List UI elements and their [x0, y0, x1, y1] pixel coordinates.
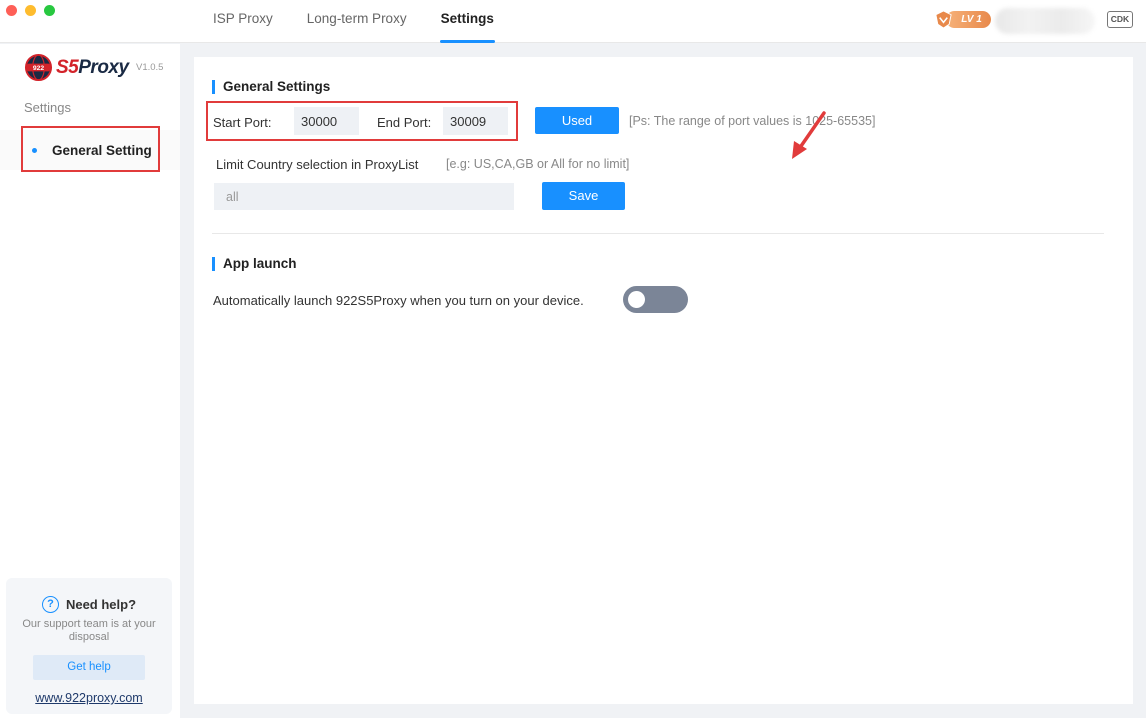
top-tabs: ISP Proxy Long-term Proxy Settings: [196, 0, 511, 43]
used-ports-button[interactable]: Used: [535, 107, 619, 134]
country-limit-label: Limit Country selection in ProxyList: [216, 157, 419, 172]
website-link[interactable]: www.922proxy.com: [6, 691, 172, 705]
section-divider: [212, 233, 1104, 234]
auto-launch-label: Automatically launch 922S5Proxy when you…: [213, 293, 584, 308]
end-port-label: End Port:: [377, 115, 432, 130]
app-logo: 922 S5Proxy: [24, 53, 129, 82]
get-help-button[interactable]: Get help: [33, 655, 145, 680]
cdk-button[interactable]: CDK: [1107, 11, 1133, 28]
close-window-button[interactable]: [6, 5, 17, 16]
save-button[interactable]: Save: [542, 182, 625, 210]
sidebar-section-title: Settings: [24, 100, 71, 115]
window-controls: [6, 5, 55, 16]
help-title-text: Need help?: [65, 597, 137, 612]
logo-globe-text: 922: [33, 65, 45, 72]
sidebar: 922 S5Proxy V1.0.5 Settings General Sett…: [0, 44, 180, 718]
settings-panel: General Settings Start Port: End Port: U…: [194, 57, 1133, 704]
start-port-label: Start Port:: [213, 115, 272, 130]
logo-wordmark-suffix: Proxy: [78, 56, 129, 78]
help-title: ? Need help?: [6, 596, 172, 613]
zoom-window-button[interactable]: [44, 5, 55, 16]
title-bar: ISP Proxy Long-term Proxy Settings LV 1 …: [0, 0, 1146, 43]
country-limit-hint: [e.g: US,CA,GB or All for no limit]: [446, 157, 630, 171]
start-port-input[interactable]: [294, 107, 359, 135]
help-card: ? Need help? Our support team is at your…: [6, 578, 172, 714]
help-description: Our support team is at your disposal: [22, 618, 156, 643]
tab-long-term-proxy[interactable]: Long-term Proxy: [290, 0, 424, 43]
app-launch-title: App launch: [212, 256, 297, 271]
level-badge[interactable]: LV 1: [934, 10, 991, 29]
auto-launch-toggle[interactable]: [623, 286, 688, 313]
general-settings-title: General Settings: [212, 79, 330, 94]
app-version: V1.0.5: [136, 62, 164, 73]
tab-isp-proxy[interactable]: ISP Proxy: [196, 0, 290, 43]
minimize-window-button[interactable]: [25, 5, 36, 16]
crown-icon: [935, 10, 952, 29]
toggle-knob: [628, 291, 645, 308]
logo-wordmark-prefix: S5: [56, 56, 79, 78]
country-limit-input[interactable]: [214, 183, 514, 210]
logo-wordmark: S5Proxy: [56, 57, 129, 79]
globe-logo-icon: 922: [24, 53, 53, 82]
question-icon: ?: [41, 596, 59, 613]
port-range-hint: [Ps: The range of port values is 1025-65…: [629, 114, 876, 128]
sidebar-item-general-setting[interactable]: General Setting: [0, 130, 180, 170]
sidebar-item-label: General Setting: [52, 142, 152, 158]
user-account-area[interactable]: [995, 8, 1095, 34]
end-port-input[interactable]: [443, 107, 508, 135]
active-dot-icon: [32, 147, 37, 153]
tab-settings[interactable]: Settings: [424, 0, 511, 43]
